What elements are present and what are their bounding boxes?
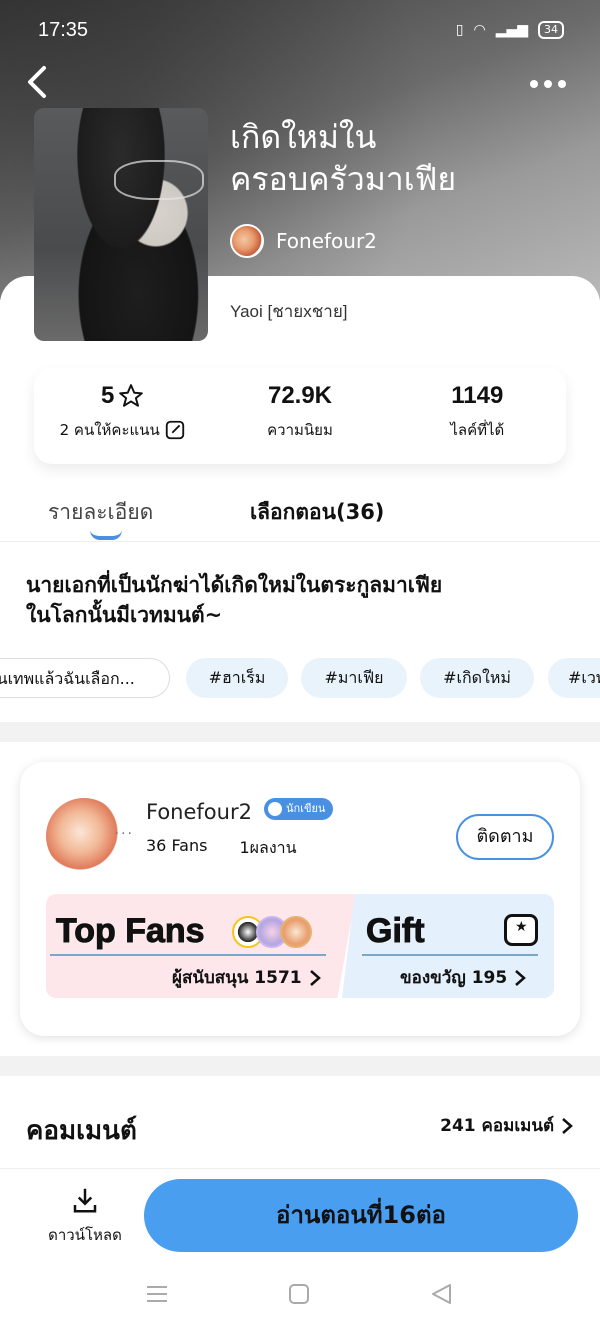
section-divider — [0, 1056, 600, 1076]
book-title: เกิดใหม่ใน ครอบครัวมาเฟีย — [230, 116, 560, 200]
gift-section[interactable]: Gift ของขวัญ 195 — [342, 894, 554, 998]
top-fan-avatars — [232, 916, 312, 948]
continue-reading-button[interactable]: อ่านตอนที่16ต่อ — [144, 1179, 578, 1252]
follow-button[interactable]: ติดตาม — [456, 814, 554, 860]
chevron-left-icon — [28, 66, 46, 98]
tag-chip[interactable]: #มาเฟีย — [301, 658, 407, 698]
works-count: 1ผลงาน — [239, 838, 297, 857]
ellipsis-icon: ··· — [114, 826, 134, 842]
cover-art-detail — [114, 160, 204, 200]
rating-stat[interactable]: 5 2 คนให้คะแนน — [34, 368, 211, 464]
author-avatar — [230, 224, 264, 258]
top-fans-title: Top Fans — [56, 912, 206, 951]
book-cover[interactable] — [34, 108, 208, 341]
gift-underline — [362, 954, 538, 956]
top-fans-count: ผู้สนับสนุน 1571 — [172, 964, 322, 991]
chevron-right-icon — [515, 969, 527, 986]
tab-bar: รายละเอียด เลือกตอน(36) — [0, 490, 600, 542]
writer-badge-label: นักเขียน — [286, 802, 326, 815]
rating-value: 5 — [100, 382, 115, 409]
more-dot — [544, 80, 552, 88]
synopsis: นายเอกที่เป็นนักฆ่าได้เกิดใหม่ในตระกูลมา… — [26, 570, 586, 630]
author-card-avatar[interactable]: ··· — [46, 798, 132, 874]
popularity-stat: 72.9K ความนิยม — [211, 368, 388, 464]
more-dot — [530, 80, 538, 88]
synopsis-line1: นายเอกที่เป็นนักฆ่าได้เกิดใหม่ในตระกูลมา… — [26, 573, 443, 597]
system-nav-bar — [0, 1263, 600, 1333]
gift-count: ของขวัญ 195 — [400, 964, 527, 991]
comments-heading: คอมเมนต์ — [26, 1116, 137, 1146]
status-bar: 17:35 ▯ ◠ ▂▄▆ 34 — [38, 16, 564, 44]
book-title-line1: เกิดใหม่ใน — [230, 118, 377, 156]
edit-icon — [165, 420, 184, 440]
tag-list: เป็นเทพแล้วฉันเลือก... #ฮาเร็ม #มาเฟีย #… — [0, 658, 600, 698]
back-button[interactable] — [24, 64, 54, 100]
back-nav-icon[interactable] — [430, 1283, 452, 1305]
home-icon[interactable] — [288, 1283, 310, 1305]
author-card-name[interactable]: Fonefour2 — [146, 800, 252, 824]
tab-indicator — [90, 530, 122, 540]
star-icon — [119, 384, 144, 407]
download-label: ดาวน์โหลด — [48, 1226, 122, 1244]
battery-icon: 34 — [538, 21, 564, 39]
fans-count: 36 Fans — [146, 836, 208, 855]
popularity-value: 72.9K — [267, 382, 333, 409]
tag-chip[interactable]: #ฮาเร็ม — [186, 658, 288, 698]
signal-icon: ▂▄▆ — [495, 22, 528, 38]
status-icons: ▯ ◠ ▂▄▆ 34 — [456, 21, 564, 39]
diamond-icon — [268, 802, 282, 816]
tab-episodes[interactable]: เลือกตอน(36) — [250, 496, 384, 529]
chevron-right-icon — [562, 1117, 573, 1134]
comments-link[interactable]: 241 คอมเมนต์ — [440, 1112, 574, 1139]
section-divider — [0, 722, 600, 742]
author-card: ··· Fonefour2 นักเขียน 36 Fans 1ผลงาน ติ… — [20, 762, 580, 1036]
menu-icon[interactable] — [146, 1283, 168, 1305]
tag-chip[interactable]: #เวท — [548, 658, 600, 698]
download-icon — [73, 1188, 97, 1213]
tab-details[interactable]: รายละเอียด — [48, 496, 153, 529]
author-name: Fonefour2 — [276, 229, 377, 253]
author-link[interactable]: Fonefour2 — [230, 224, 377, 258]
tag-chip[interactable]: เป็นเทพแล้วฉันเลือก... — [0, 658, 170, 698]
gift-icon — [504, 914, 538, 946]
download-button[interactable]: ดาวน์โหลด — [40, 1185, 130, 1247]
gift-sub: ของขวัญ 195 — [400, 968, 508, 988]
top-fans-sub: ผู้สนับสนุน 1571 — [172, 968, 302, 988]
rating-label: 2 คนให้คะแนน — [59, 421, 160, 439]
stats-card: 5 2 คนให้คะแนน 72.9K ความนิยม 1149 ไลค์ท… — [34, 368, 566, 464]
fan-avatar — [280, 916, 312, 948]
tag-chip[interactable]: #เกิดใหม่ — [420, 658, 534, 698]
popularity-label: ความนิยม — [267, 421, 333, 439]
gift-title: Gift — [366, 912, 426, 951]
chevron-right-icon — [309, 969, 321, 986]
bottom-action-bar: ดาวน์โหลด อ่านตอนที่16ต่อ — [0, 1168, 600, 1263]
likes-stat: 1149 ไลค์ที่ได้ — [389, 368, 566, 464]
status-time: 17:35 — [38, 18, 89, 41]
genre-label: Yaoi [ชายxชาย] — [230, 302, 348, 321]
likes-value: 1149 — [451, 382, 504, 409]
likes-label: ไลค์ที่ได้ — [450, 421, 505, 439]
comments-count: 241 คอมเมนต์ — [440, 1116, 554, 1136]
more-options-button[interactable] — [530, 70, 570, 98]
writer-badge: นักเขียน — [264, 798, 334, 820]
more-dot — [558, 80, 566, 88]
wifi-icon: ◠ — [473, 22, 486, 38]
top-fans-underline — [50, 954, 326, 956]
synopsis-line2: ในโลกนั้นมีเวทมนต์~ — [26, 603, 223, 627]
top-fans-section[interactable]: Top Fans ผู้สนับสนุน 1571 — [46, 894, 356, 998]
book-title-line2: ครอบครัวมาเฟีย — [230, 160, 457, 198]
fans-gift-panel: Top Fans ผู้สนับสนุน 1571 Gift ของขวัญ 1… — [46, 894, 554, 998]
vibrate-icon: ▯ — [455, 22, 464, 38]
author-meta: 36 Fans 1ผลงาน — [146, 836, 297, 861]
